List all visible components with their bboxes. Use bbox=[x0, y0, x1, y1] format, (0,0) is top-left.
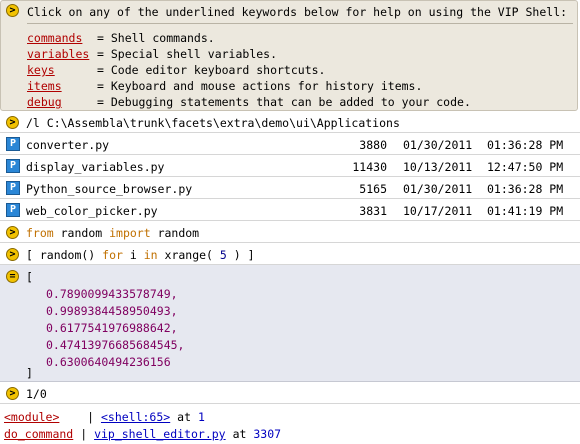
keyword: from bbox=[26, 226, 54, 240]
traceback-row: do_command | vip_shell_editor.py at 3307 bbox=[4, 427, 281, 441]
command-text: [ random() for i in xrange( 5 ) ] bbox=[26, 248, 255, 262]
keyword: in bbox=[143, 248, 158, 262]
code-part: [ random() bbox=[26, 248, 103, 262]
command-icon[interactable]: > bbox=[6, 226, 19, 239]
file-name[interactable]: Python_source_browser.py bbox=[26, 182, 192, 196]
help-desc: = Shell commands. bbox=[97, 31, 215, 45]
file-row[interactable]: P web_color_picker.py 3831 10/17/2011 01… bbox=[0, 200, 580, 221]
file-time: 01:36:28 PM bbox=[487, 182, 564, 196]
file-time: 12:47:50 PM bbox=[487, 160, 564, 174]
file-name[interactable]: converter.py bbox=[26, 138, 109, 152]
traceback-function-link[interactable]: do_command bbox=[4, 427, 73, 441]
file-date: 01/30/2011 bbox=[403, 182, 473, 196]
python-file-icon: P bbox=[6, 181, 20, 195]
traceback-file-link[interactable]: vip_shell_editor.py bbox=[94, 427, 226, 441]
result-value: 0.47413976685684545, bbox=[46, 338, 185, 352]
file-name[interactable]: display_variables.py bbox=[26, 160, 164, 174]
file-size: 3831 bbox=[359, 204, 387, 218]
code-part: ) ] bbox=[226, 248, 255, 262]
help-title: Click on any of the underlined keywords … bbox=[27, 5, 568, 19]
help-item-items: items = Keyboard and mouse actions for hi… bbox=[27, 79, 422, 93]
file-row[interactable]: P display_variables.py 11430 10/13/2011 … bbox=[0, 156, 580, 177]
command-text: 1/0 bbox=[26, 387, 47, 401]
file-size: 11430 bbox=[352, 160, 387, 174]
result-icon[interactable]: = bbox=[6, 270, 19, 283]
keyword: import bbox=[109, 226, 151, 240]
help-item-variables: variables = Special shell variables. bbox=[27, 47, 277, 61]
traceback-separator: | bbox=[87, 410, 95, 424]
help-item-commands: commands = Shell commands. bbox=[27, 31, 215, 45]
file-size: 5165 bbox=[359, 182, 387, 196]
divider bbox=[27, 23, 573, 24]
traceback-function-link[interactable]: <module> bbox=[4, 410, 59, 424]
commands-link[interactable]: commands bbox=[27, 31, 97, 45]
command-icon[interactable]: > bbox=[6, 387, 19, 400]
import-name: random bbox=[150, 226, 200, 240]
code-part: xrange( bbox=[157, 248, 220, 262]
file-time: 01:41:19 PM bbox=[487, 204, 564, 218]
file-row[interactable]: P converter.py 3880 01/30/2011 01:36:28 … bbox=[0, 134, 580, 155]
help-desc: = Keyboard and mouse actions for history… bbox=[97, 79, 423, 93]
file-date: 01/30/2011 bbox=[403, 138, 473, 152]
keys-link[interactable]: keys bbox=[27, 63, 97, 77]
history-item-import-command[interactable]: > from random import random bbox=[0, 222, 580, 243]
file-size: 3880 bbox=[359, 138, 387, 152]
command-icon[interactable]: > bbox=[6, 248, 19, 261]
help-desc: = Code editor keyboard shortcuts. bbox=[97, 63, 326, 77]
traceback-at: at bbox=[232, 427, 247, 441]
keyword: for bbox=[102, 248, 123, 262]
module-name: random bbox=[53, 226, 110, 240]
result-value: 0.7890099433578749, bbox=[46, 287, 178, 301]
traceback-file-link[interactable]: <shell:65> bbox=[101, 410, 170, 424]
traceback-separator: | bbox=[80, 427, 88, 441]
items-link[interactable]: items bbox=[27, 79, 97, 93]
help-item-debug: debug = Debugging statements that can be … bbox=[27, 95, 471, 109]
help-desc: = Special shell variables. bbox=[97, 47, 278, 61]
python-file-icon: P bbox=[6, 137, 20, 151]
traceback-line-number: 1 bbox=[197, 410, 205, 424]
result-value: 0.6300640494236156 bbox=[46, 355, 171, 369]
traceback-at: at bbox=[177, 410, 192, 424]
help-panel: Click on any of the underlined keywords … bbox=[0, 0, 578, 111]
list-close-bracket: ] bbox=[26, 366, 33, 380]
python-file-icon: P bbox=[6, 203, 20, 217]
traceback-row: <module> | <shell:65> at 1 bbox=[4, 410, 205, 424]
info-icon[interactable]: > bbox=[6, 4, 19, 17]
command-icon[interactable]: > bbox=[6, 116, 19, 129]
result-value: 0.6177541976988642, bbox=[46, 321, 178, 335]
debug-link[interactable]: debug bbox=[27, 95, 97, 109]
command-text: from random import random bbox=[26, 226, 199, 240]
file-row[interactable]: P Python_source_browser.py 5165 01/30/20… bbox=[0, 178, 580, 199]
file-time: 01:36:28 PM bbox=[487, 138, 564, 152]
help-item-keys: keys = Code editor keyboard shortcuts. bbox=[27, 63, 325, 77]
traceback-line-number: 3307 bbox=[253, 427, 282, 441]
history-item-error-command[interactable]: > 1/0 bbox=[0, 383, 580, 404]
python-file-icon: P bbox=[6, 159, 20, 173]
file-date: 10/17/2011 bbox=[403, 204, 473, 218]
variables-link[interactable]: variables bbox=[27, 47, 97, 61]
result-panel[interactable]: = [ 0.7890099433578749, 0.99893844589504… bbox=[0, 265, 580, 382]
help-desc: = Debugging statements that can be added… bbox=[97, 95, 471, 109]
command-text: /l C:\Assembla\trunk\facets\extra\demo\u… bbox=[26, 116, 400, 130]
file-name[interactable]: web_color_picker.py bbox=[26, 204, 158, 218]
number-literal: 5 bbox=[219, 248, 227, 262]
history-item-list-command[interactable]: > /l C:\Assembla\trunk\facets\extra\demo… bbox=[0, 112, 580, 133]
file-date: 10/13/2011 bbox=[403, 160, 473, 174]
code-part: i bbox=[122, 248, 144, 262]
history-item-expression-command[interactable]: > [ random() for i in xrange( 5 ) ] bbox=[0, 244, 580, 265]
list-open-bracket: [ bbox=[26, 270, 33, 284]
result-value: 0.9989384458950493, bbox=[46, 304, 178, 318]
